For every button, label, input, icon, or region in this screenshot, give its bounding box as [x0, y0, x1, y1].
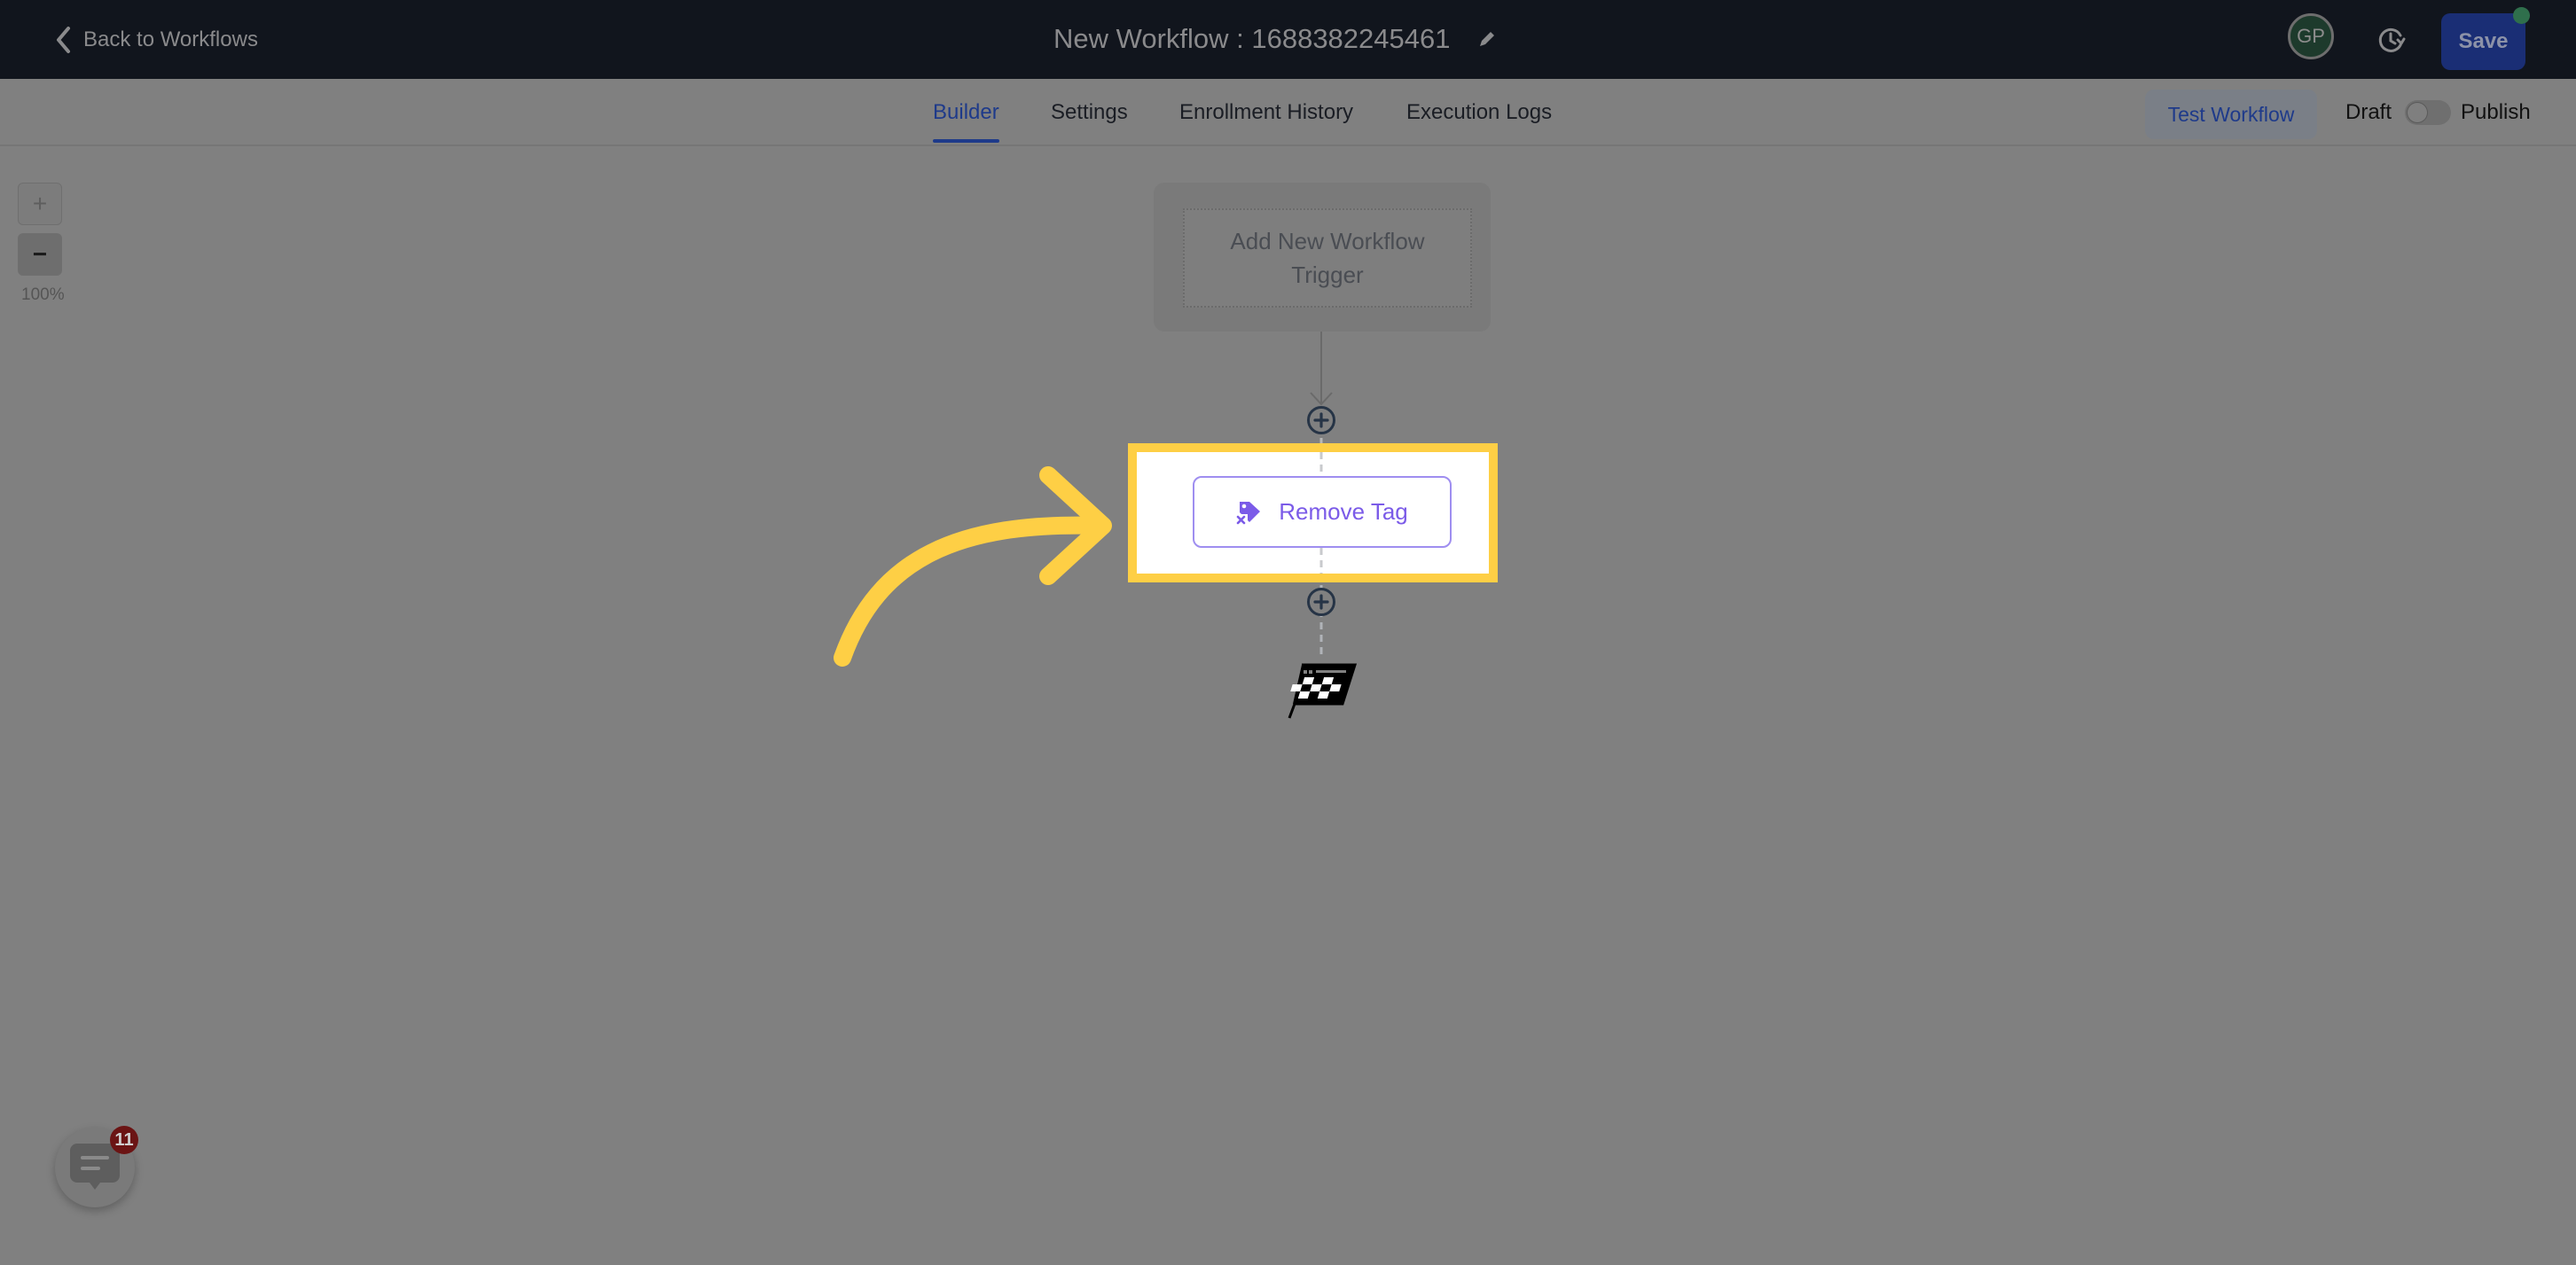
history-icon — [2378, 27, 2406, 52]
chevron-left-icon — [57, 27, 70, 53]
connector-arrowhead — [1310, 392, 1333, 406]
tab-execution-logs[interactable]: Execution Logs — [1406, 100, 1552, 125]
tag-remove-icon — [1236, 501, 1261, 526]
publish-label: Publish — [2461, 100, 2531, 124]
save-button[interactable]: Save — [2441, 13, 2525, 70]
tab-settings[interactable]: Settings — [1051, 100, 1128, 125]
active-tab-indicator — [933, 139, 999, 143]
draft-label: Draft — [2345, 100, 2392, 124]
toggle-knob — [2408, 103, 2427, 122]
top-header: Back to Workflows New Workflow : 1688382… — [0, 0, 2576, 79]
add-trigger-button[interactable]: Add New Workflow Trigger — [1183, 208, 1472, 308]
history-button[interactable] — [2375, 23, 2408, 57]
publish-toggle[interactable] — [2405, 100, 2451, 125]
user-avatar[interactable]: GP — [2288, 13, 2334, 59]
add-trigger-label: Add New Workflow Trigger — [1230, 228, 1425, 288]
test-workflow-button[interactable]: Test Workflow — [2145, 90, 2317, 139]
notification-badge: 11 — [110, 1126, 138, 1154]
zoom-level: 100% — [21, 285, 65, 304]
tab-builder[interactable]: Builder — [933, 100, 999, 125]
workflow-title-group: New Workflow : 1688382245461 — [1053, 16, 1497, 62]
zoom-out-button[interactable]: − — [18, 233, 62, 276]
tutorial-arrow-icon — [834, 466, 1112, 667]
tab-enrollment-history[interactable]: Enrollment History — [1179, 100, 1353, 125]
remove-tag-label: Remove Tag — [1279, 498, 1408, 525]
add-step-button[interactable] — [1306, 405, 1336, 435]
checkered-flag-icon — [1288, 663, 1358, 719]
unsaved-indicator-dot — [2513, 7, 2530, 24]
workflow-title: New Workflow : 1688382245461 — [1053, 23, 1451, 54]
edit-title-button[interactable] — [1477, 29, 1497, 49]
zoom-in-button[interactable]: + — [18, 183, 62, 225]
back-to-workflows-link[interactable]: Back to Workflows — [55, 20, 258, 60]
pencil-icon — [1479, 32, 1494, 46]
remove-tag-action-node[interactable]: Remove Tag — [1193, 476, 1452, 548]
add-step-button[interactable] — [1306, 587, 1336, 617]
back-label: Back to Workflows — [83, 27, 258, 51]
